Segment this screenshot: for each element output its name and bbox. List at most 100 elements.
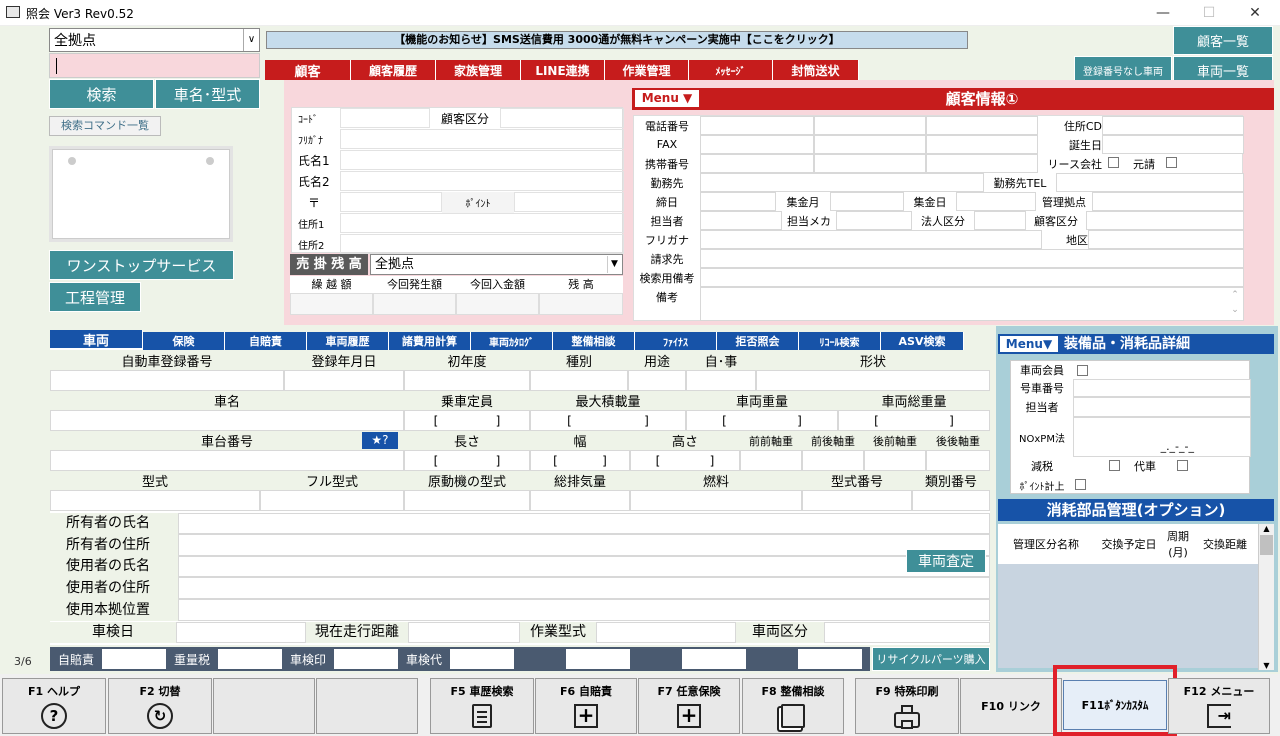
fuel-field[interactable]: [630, 490, 802, 511]
equip-staff-field[interactable]: [1073, 397, 1251, 417]
phone-field-3[interactable]: [926, 116, 1038, 135]
user-name-field[interactable]: [178, 556, 990, 577]
tab-vehicle[interactable]: 車両: [50, 330, 143, 350]
shape-field[interactable]: [756, 370, 990, 391]
tab-message[interactable]: ﾒｯｾｰｼﾞ: [689, 60, 773, 80]
name2-field[interactable]: [340, 171, 624, 191]
note-field[interactable]: [700, 287, 1244, 321]
axle-rf-field[interactable]: [864, 450, 926, 471]
f1-help-button[interactable]: F1 ヘルプ ?: [2, 678, 106, 734]
fee-inspection-field[interactable]: [450, 649, 514, 669]
equipment-menu[interactable]: Menu▼: [1000, 336, 1058, 352]
tab-catalog[interactable]: 車両ｶﾀﾛｸﾞ: [471, 332, 553, 350]
member-checkbox[interactable]: [1077, 365, 1088, 376]
phone-field[interactable]: [700, 116, 814, 135]
star-help-icon[interactable]: ★?: [362, 432, 398, 449]
use-field[interactable]: [628, 370, 686, 391]
cust-class-field[interactable]: [1086, 211, 1244, 230]
original-checkbox[interactable]: [1166, 157, 1177, 168]
billing-field[interactable]: [700, 249, 1244, 268]
notice-banner[interactable]: 【機能のお知らせ】SMS送信費用 3000通が無料キャンペーン実施中【ここをクリ…: [266, 31, 968, 49]
recycle-parts-button[interactable]: リサイクルパーツ購入: [872, 647, 990, 671]
car-name-field[interactable]: [50, 410, 404, 431]
birthday-field[interactable]: [1102, 135, 1244, 154]
collect-month-field[interactable]: [830, 192, 904, 211]
parts-scrollbar[interactable]: ▲ ▼: [1258, 524, 1274, 670]
postal-field[interactable]: [340, 192, 442, 212]
managing-base-field[interactable]: [1092, 192, 1244, 211]
corp-class-field[interactable]: [974, 211, 1026, 230]
reg-date-field[interactable]: [284, 370, 404, 391]
tab-envelope[interactable]: 封筒送状: [773, 60, 859, 80]
vehicle-photo[interactable]: [49, 146, 233, 242]
fee-compulsory-field[interactable]: [102, 649, 166, 669]
phone-field-2[interactable]: [814, 116, 926, 135]
process-management-button[interactable]: 工程管理: [49, 282, 141, 312]
customer-info-menu[interactable]: Menu ▼: [635, 90, 699, 107]
f6-compulsory-button[interactable]: F6 自賠責 +: [535, 678, 637, 734]
fee-stamp-field[interactable]: [334, 649, 398, 669]
staff-field[interactable]: [700, 211, 782, 230]
category-field[interactable]: [500, 108, 624, 128]
fee-weight-tax-field[interactable]: [218, 649, 282, 669]
scroll-up-icon[interactable]: ▲: [1259, 524, 1274, 533]
chassis-field[interactable]: [50, 450, 404, 471]
class-number-field[interactable]: [912, 490, 990, 511]
mobile-field-2[interactable]: [814, 154, 926, 173]
tab-maintenance[interactable]: 整備相談: [553, 332, 635, 350]
model-field[interactable]: [50, 490, 260, 511]
model-number-field[interactable]: [802, 490, 912, 511]
address-cd-field[interactable]: [1102, 116, 1244, 135]
area-field[interactable]: [1088, 230, 1244, 249]
tab-asv[interactable]: ASV検索: [881, 332, 964, 350]
max-load-field[interactable]: []: [530, 410, 686, 431]
tab-customer[interactable]: 顧客: [265, 60, 351, 80]
base-location-field[interactable]: [178, 599, 990, 621]
maker-field[interactable]: [836, 211, 912, 230]
onestop-service-button[interactable]: ワンストップサービス: [49, 250, 234, 280]
f2-switch-button[interactable]: F2 切替 ↻: [108, 678, 212, 734]
full-model-field[interactable]: [260, 490, 404, 511]
vehicle-class-field[interactable]: [824, 622, 990, 643]
tab-vehicle-history[interactable]: 車両履歴: [307, 332, 389, 350]
scroll-thumb[interactable]: [1260, 535, 1273, 555]
chevron-down-icon[interactable]: ∨: [243, 29, 259, 51]
fee-extra-field[interactable]: [798, 649, 862, 669]
substitute-checkbox[interactable]: [1177, 460, 1188, 471]
f11-custom-button[interactable]: F11ﾎﾞﾀﾝｶｽﾀﾑ: [1063, 680, 1167, 730]
furigana-field[interactable]: [340, 129, 624, 149]
receivable-branch-select[interactable]: 全拠点 ▼: [370, 254, 623, 275]
tab-finance[interactable]: ﾌｧｲﾅｽ: [635, 332, 717, 350]
fax-field[interactable]: [700, 135, 814, 154]
weight-field[interactable]: []: [686, 410, 838, 431]
point-field[interactable]: [514, 192, 624, 212]
work-type-field[interactable]: [596, 622, 736, 643]
first-year-field[interactable]: [404, 370, 530, 391]
appraisal-button[interactable]: 車両査定: [906, 549, 986, 573]
model-search-button[interactable]: 車名･型式: [155, 79, 260, 109]
command-list-button[interactable]: 検索コマンド一覧: [49, 116, 161, 136]
work-tel-field[interactable]: [1056, 173, 1244, 192]
f3-empty-button[interactable]: [213, 678, 315, 734]
owner-addr-field[interactable]: [178, 534, 990, 556]
fee-extra-field[interactable]: [566, 649, 630, 669]
engine-model-field[interactable]: [404, 490, 530, 511]
tab-line[interactable]: LINE連携: [521, 60, 605, 80]
mobile-field[interactable]: [700, 154, 814, 173]
f4-empty-button[interactable]: [316, 678, 418, 734]
search-input[interactable]: [49, 53, 260, 78]
furigana-field-2[interactable]: [700, 230, 1042, 249]
addr1-field[interactable]: [340, 213, 624, 233]
tab-insurance[interactable]: 保険: [143, 332, 225, 350]
addr2-field[interactable]: [340, 234, 624, 254]
axle-ff-field[interactable]: [740, 450, 802, 471]
gross-weight-field[interactable]: []: [838, 410, 990, 431]
axle-rr-field[interactable]: [926, 450, 990, 471]
mobile-field-3[interactable]: [926, 154, 1038, 173]
tab-compulsory[interactable]: 自賠責: [225, 332, 307, 350]
displacement-field[interactable]: [530, 490, 630, 511]
work-field[interactable]: [700, 173, 984, 192]
fax-field-3[interactable]: [926, 135, 1038, 154]
tax-cut-checkbox[interactable]: [1109, 460, 1120, 471]
height-field[interactable]: []: [630, 450, 740, 471]
